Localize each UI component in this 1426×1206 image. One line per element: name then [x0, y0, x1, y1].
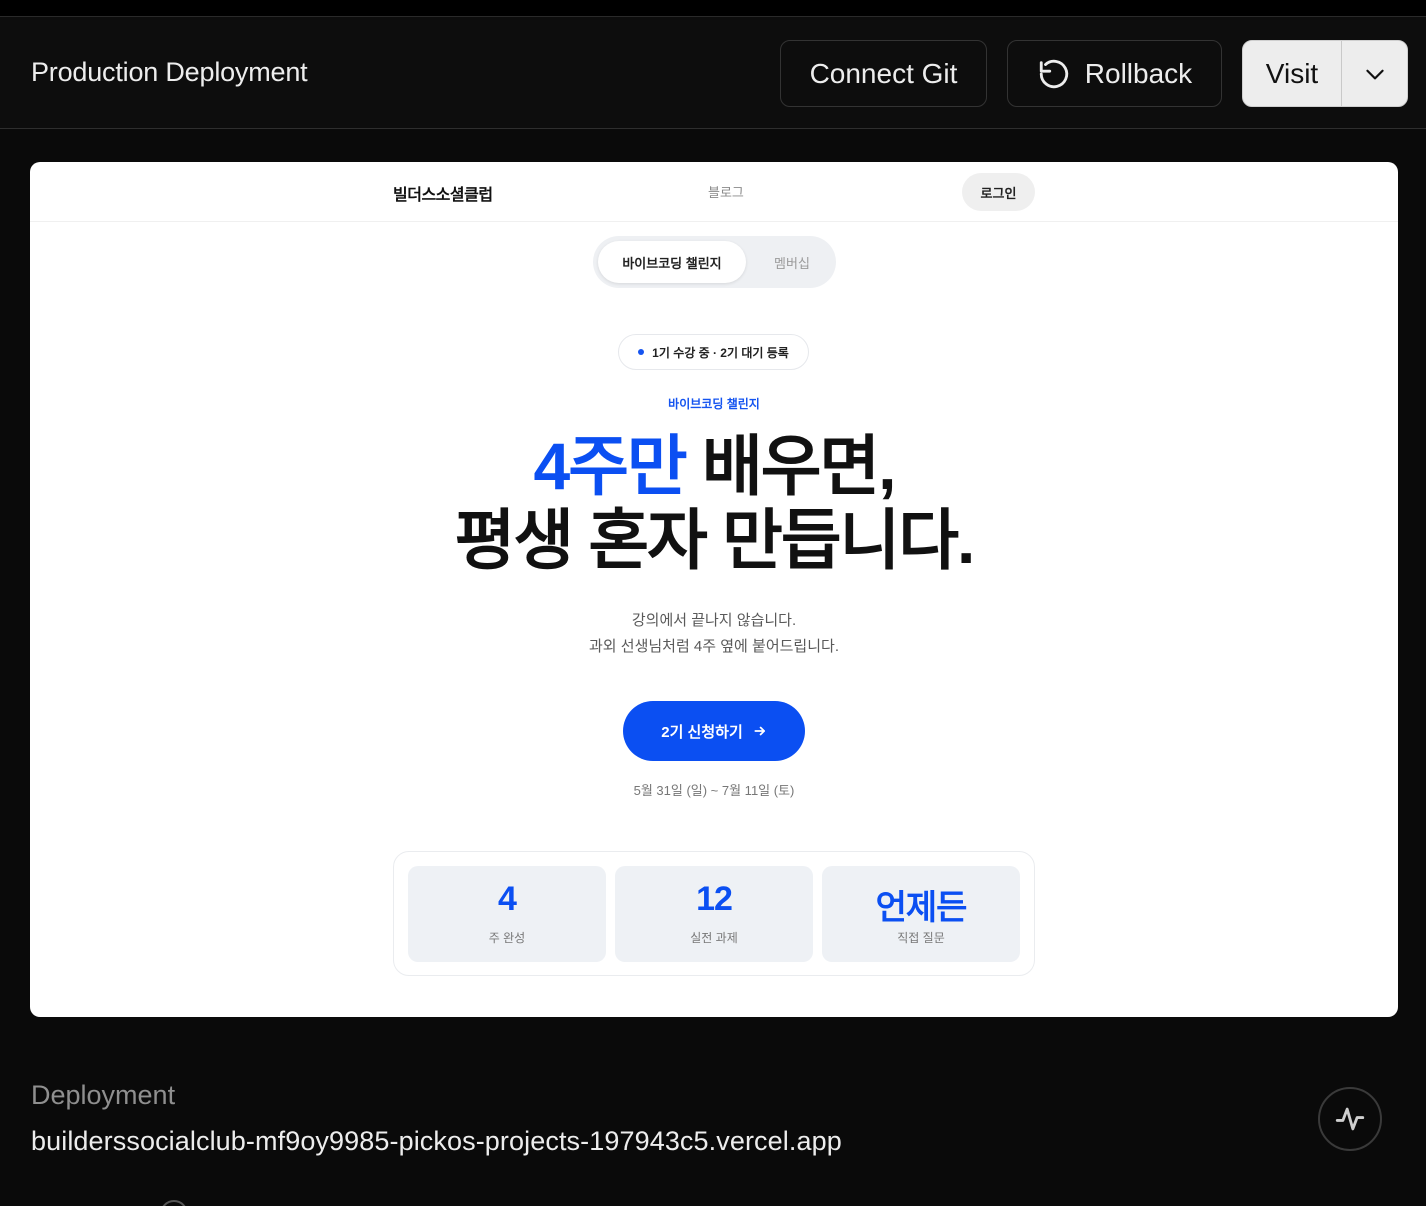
preview-hero-line1: 4주만 배우면, — [30, 428, 1398, 504]
activity-icon — [1335, 1107, 1365, 1131]
preview-stat-card: 언제든 직접 질문 — [822, 866, 1020, 962]
connect-git-label: Connect Git — [809, 57, 958, 89]
visit-button-group: Visit — [1242, 40, 1408, 107]
preview-badge-text: 1기 수강 중 · 2기 대기 등록 — [652, 345, 789, 360]
visit-dropdown-button[interactable] — [1342, 41, 1407, 106]
preview-login-button: 로그인 — [962, 173, 1035, 211]
preview-tabs: 바이브코딩 챌린지 멤버십 — [593, 236, 836, 288]
visit-button[interactable]: Visit — [1243, 41, 1342, 106]
top-strip — [0, 0, 1426, 16]
preview-stat-card: 4 주 완성 — [408, 866, 606, 962]
preview-hero-line1-rest: 배우면, — [685, 429, 897, 503]
preview-stats: 4 주 완성 12 실전 과제 언제든 직접 질문 — [393, 851, 1035, 976]
preview-stat-label: 직접 질문 — [897, 931, 945, 945]
preview-hero-accent: 4주만 — [533, 429, 688, 503]
chevron-down-icon — [1365, 69, 1384, 79]
preview-stat-card: 12 실전 과제 — [615, 866, 813, 962]
preview-hero-line2: 평생 혼자 만듭니다. — [454, 503, 976, 577]
preview-stat-value: 언제든 — [875, 889, 968, 927]
preview-date-range: 5월 31일 (일) ~ 7월 11일 (토) — [633, 783, 795, 798]
activity-button[interactable] — [1318, 1087, 1382, 1151]
preview-stat-label: 주 완성 — [488, 931, 526, 945]
preview-stat-value: 12 — [696, 880, 733, 918]
page-title: Production Deployment — [31, 57, 308, 87]
deployment-preview[interactable]: 빌더스소셜클럽 블로그 로그인 바이브코딩 챌린지 멤버십 1기 수강 중 · … — [30, 162, 1398, 1017]
connect-git-button[interactable]: Connect Git — [780, 40, 987, 107]
preview-stat-value: 4 — [498, 880, 517, 918]
rollback-label: Rollback — [1084, 57, 1193, 89]
preview-tab-membership: 멤버십 — [774, 255, 810, 271]
preview-cta-label: 2기 신청하기 — [661, 723, 743, 741]
visit-label: Visit — [1265, 57, 1319, 89]
preview-kicker: 바이브코딩 챌린지 — [668, 397, 760, 411]
preview-tab-challenge: 바이브코딩 챌린지 — [598, 241, 746, 283]
preview-subtitle-line2: 과외 선생님처럼 4주 옆에 붙어드립니다. — [589, 638, 839, 655]
preview-status-badge: 1기 수강 중 · 2기 대기 등록 — [618, 334, 809, 370]
status-dot-icon — [638, 349, 645, 355]
preview-cta-button: 2기 신청하기 — [623, 701, 805, 761]
rollback-icon — [1039, 59, 1068, 88]
rollback-button[interactable]: Rollback — [1007, 40, 1222, 107]
arrow-right-icon — [754, 726, 765, 736]
preview-subtitle-line1: 강의에서 끝나지 않습니다. — [631, 612, 797, 629]
deployment-header: Production Deployment Connect Git Rollba… — [0, 16, 1426, 129]
preview-blog-link: 블로그 — [708, 185, 744, 200]
partial-icon — [160, 1200, 188, 1206]
preview-nav: 빌더스소셜클럽 블로그 로그인 — [30, 162, 1398, 222]
preview-stat-label: 실전 과제 — [690, 931, 738, 945]
deployment-url-link[interactable]: builderssocialclub-mf9oy9985-pickos-proj… — [31, 1126, 842, 1157]
preview-logo: 빌더스소셜클럽 — [393, 187, 493, 204]
deployment-label: Deployment — [31, 1080, 176, 1110]
